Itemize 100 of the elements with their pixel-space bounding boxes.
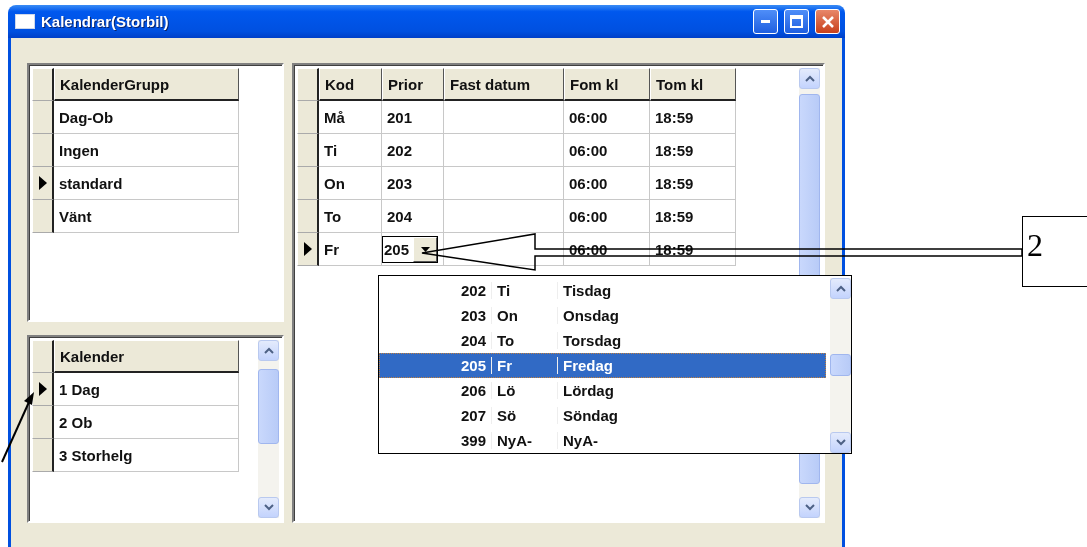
combo-box[interactable]: 205 bbox=[382, 235, 438, 263]
table-cell: 18:59 bbox=[650, 167, 736, 200]
pointer-arrow bbox=[1, 392, 34, 463]
table-cell: Ti bbox=[319, 134, 382, 167]
table-cell: To bbox=[319, 200, 382, 233]
column-header[interactable]: Fom kl bbox=[564, 68, 650, 101]
scrollbar-thumb[interactable] bbox=[258, 369, 279, 444]
minimize-icon bbox=[761, 20, 770, 23]
table-cell: 202 bbox=[382, 134, 444, 167]
caret-up-icon bbox=[804, 75, 815, 82]
table-cell: Dag-Ob bbox=[54, 101, 239, 134]
row-selector[interactable] bbox=[297, 233, 319, 266]
item-code: On bbox=[492, 307, 558, 324]
table-cell: 06:00 bbox=[564, 200, 650, 233]
caret-up-icon bbox=[835, 285, 846, 292]
scrollbar[interactable] bbox=[830, 278, 851, 453]
callout-label: 2 bbox=[1022, 216, 1087, 287]
dropdown-item[interactable]: 202 Ti Tisdag bbox=[379, 278, 826, 303]
table-cell: standard bbox=[54, 167, 239, 200]
dropdown-item[interactable]: 204 To Torsdag bbox=[379, 328, 826, 353]
row-pointer-icon bbox=[303, 242, 312, 256]
row-selector[interactable] bbox=[297, 101, 319, 134]
item-name: Onsdag bbox=[562, 307, 619, 324]
table-cell: 201 bbox=[382, 101, 444, 134]
dropdown-item[interactable]: 205 Fr Fredag bbox=[379, 353, 826, 378]
table-cell: 18:59 bbox=[650, 200, 736, 233]
scrollbar[interactable] bbox=[258, 340, 279, 518]
item-name: Tisdag bbox=[562, 282, 612, 299]
row-selector[interactable] bbox=[32, 167, 54, 200]
table-cell: 06:00 bbox=[564, 101, 650, 134]
caret-up-icon bbox=[263, 347, 274, 354]
row-selector[interactable] bbox=[32, 373, 54, 406]
header-corner bbox=[32, 340, 54, 373]
dropdown-item[interactable]: 203 On Onsdag bbox=[379, 303, 826, 328]
row-selector[interactable] bbox=[32, 439, 54, 472]
item-prior: 206 bbox=[380, 382, 492, 399]
scroll-down-button[interactable] bbox=[830, 432, 851, 453]
row-pointer-icon bbox=[38, 382, 47, 396]
column-header[interactable]: Kod bbox=[319, 68, 382, 101]
close-button[interactable] bbox=[815, 9, 840, 34]
table-cell: Må bbox=[319, 101, 382, 134]
item-prior: 207 bbox=[380, 407, 492, 424]
row-pointer-icon bbox=[38, 176, 47, 190]
dropdown-button[interactable] bbox=[413, 236, 437, 262]
item-code: Fr bbox=[492, 357, 558, 374]
column-header[interactable]: Prior bbox=[382, 68, 444, 101]
table-cell: 2 Ob bbox=[54, 406, 239, 439]
row-selector[interactable] bbox=[32, 406, 54, 439]
item-code: NyA- bbox=[492, 432, 558, 449]
item-name: Lördag bbox=[562, 382, 614, 399]
item-name: Fredag bbox=[562, 357, 613, 374]
item-prior: 204 bbox=[380, 332, 492, 349]
item-name: Torsdag bbox=[562, 332, 622, 349]
column-header[interactable]: Fast datum bbox=[444, 68, 564, 101]
row-selector[interactable] bbox=[297, 200, 319, 233]
column-header[interactable]: Tom kl bbox=[650, 68, 736, 101]
table-cell: 06:00 bbox=[564, 134, 650, 167]
close-icon bbox=[821, 15, 834, 28]
caret-down-icon bbox=[804, 504, 815, 511]
header-corner bbox=[32, 68, 54, 101]
table-cell: On bbox=[319, 167, 382, 200]
combo-value: 205 bbox=[383, 240, 410, 258]
column-header[interactable]: KalenderGrupp bbox=[54, 68, 239, 101]
table-cell: 3 Storhelg bbox=[54, 439, 239, 472]
scroll-up-button[interactable] bbox=[258, 340, 279, 361]
table-cell: Vänt bbox=[54, 200, 239, 233]
table-cell: 1 Dag bbox=[54, 373, 239, 406]
dropdown-item[interactable]: 399 NyA- NyA- bbox=[379, 428, 826, 453]
maximize-button[interactable] bbox=[784, 9, 809, 34]
scroll-up-button[interactable] bbox=[830, 278, 851, 299]
window-icon bbox=[15, 14, 35, 29]
table-cell: Ingen bbox=[54, 134, 239, 167]
scroll-down-button[interactable] bbox=[258, 497, 279, 518]
maximize-icon bbox=[790, 15, 803, 28]
table-cell: 204 bbox=[382, 200, 444, 233]
scrollbar-thumb[interactable] bbox=[830, 354, 851, 376]
dropdown-item[interactable]: 206 Lö Lördag bbox=[379, 378, 826, 403]
row-selector[interactable] bbox=[297, 167, 319, 200]
item-name: Söndag bbox=[562, 407, 618, 424]
dropdown-item[interactable]: 207 Sö Söndag bbox=[379, 403, 826, 428]
row-selector[interactable] bbox=[297, 134, 319, 167]
row-selector[interactable] bbox=[32, 134, 54, 167]
item-code: To bbox=[492, 332, 558, 349]
table-cell: 203 bbox=[382, 167, 444, 200]
row-selector[interactable] bbox=[32, 200, 54, 233]
item-prior: 205 bbox=[380, 357, 492, 374]
table-cell: 18:59 bbox=[650, 101, 736, 134]
item-code: Ti bbox=[492, 282, 558, 299]
header-corner bbox=[297, 68, 319, 101]
caret-down-icon bbox=[835, 439, 846, 446]
table-cell: 06:00 bbox=[564, 167, 650, 200]
column-header[interactable]: Kalender bbox=[54, 340, 239, 373]
row-selector[interactable] bbox=[32, 101, 54, 134]
scroll-down-button[interactable] bbox=[799, 497, 820, 518]
scroll-up-button[interactable] bbox=[799, 68, 820, 89]
minimize-button[interactable] bbox=[753, 9, 778, 34]
item-code: Sö bbox=[492, 407, 558, 424]
item-code: Lö bbox=[492, 382, 558, 399]
caret-down-icon bbox=[263, 504, 274, 511]
caret-down-icon bbox=[420, 246, 430, 252]
